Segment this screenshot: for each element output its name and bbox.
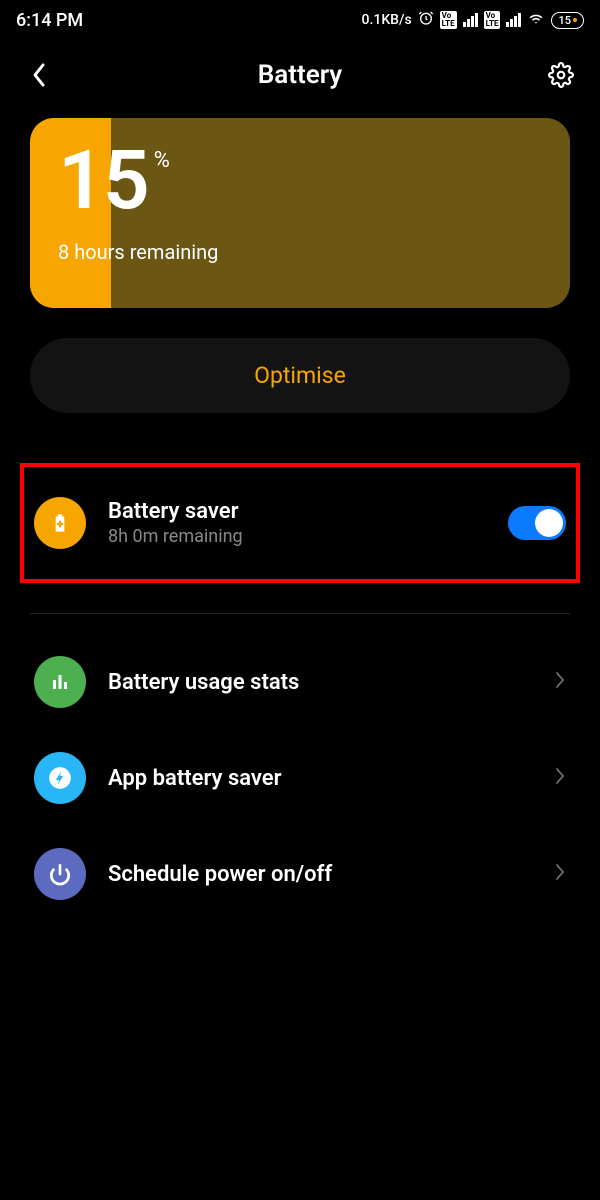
battery-usage-stats-row[interactable]: Battery usage stats [30, 634, 570, 730]
chevron-right-icon [554, 670, 566, 694]
chevron-right-icon [554, 766, 566, 790]
signal-icon-1 [463, 13, 478, 27]
highlight-annotation: Battery saver 8h 0m remaining [20, 463, 580, 583]
battery-saver-toggle[interactable] [508, 506, 566, 540]
stats-icon [34, 656, 86, 708]
wifi-icon [527, 11, 545, 30]
battery-percent-unit: % [154, 148, 170, 173]
settings-button[interactable] [546, 60, 576, 90]
data-rate: 0.1KB/s [362, 12, 412, 28]
optimise-button[interactable]: Optimise [30, 338, 570, 413]
power-icon [34, 848, 86, 900]
alarm-icon [418, 10, 434, 30]
menu-item-label: Schedule power on/off [108, 862, 554, 887]
battery-saver-subtitle: 8h 0m remaining [108, 526, 508, 547]
signal-icon-2 [506, 13, 521, 27]
battery-time-remaining: 8 hours remaining [58, 240, 542, 264]
volte-icon-2: VoLTE [484, 11, 501, 29]
divider [30, 613, 570, 614]
page-title: Battery [258, 60, 342, 90]
menu-item-label: Battery usage stats [108, 670, 554, 695]
battery-saver-title: Battery saver [108, 499, 508, 524]
schedule-power-row[interactable]: Schedule power on/off [30, 826, 570, 922]
menu-item-label: App battery saver [108, 766, 554, 791]
battery-level-card: 15 % 8 hours remaining [30, 118, 570, 308]
status-bar: 6:14 PM 0.1KB/s VoLTE VoLTE 15 [0, 0, 600, 40]
status-icons: 0.1KB/s VoLTE VoLTE 15 [362, 10, 584, 30]
battery-percent-value: 15 [58, 140, 148, 222]
battery-saver-row[interactable]: Battery saver 8h 0m remaining [30, 481, 570, 565]
chevron-right-icon [554, 862, 566, 886]
app-battery-saver-row[interactable]: App battery saver [30, 730, 570, 826]
back-button[interactable] [24, 60, 54, 90]
status-time: 6:14 PM [16, 10, 83, 31]
battery-status-icon: 15 [551, 12, 584, 29]
battery-saver-icon [34, 497, 86, 549]
volte-icon-1: VoLTE [440, 11, 457, 29]
bolt-icon [34, 752, 86, 804]
header: Battery [0, 40, 600, 118]
